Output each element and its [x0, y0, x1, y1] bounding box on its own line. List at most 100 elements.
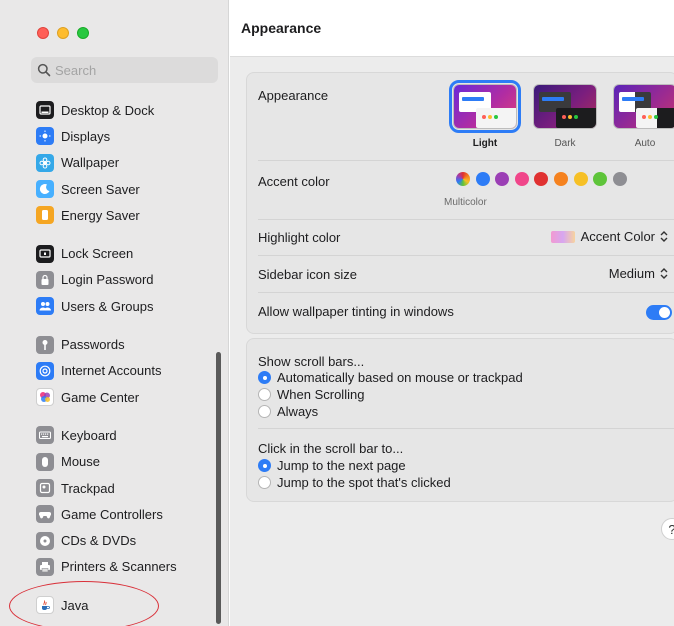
accent-swatch-graphite[interactable]: [612, 172, 627, 186]
accent-color-swatches: [456, 172, 627, 186]
radio-label: When Scrolling: [277, 387, 365, 402]
sidebar-item-label: Lock Screen: [61, 246, 134, 262]
mouse-icon: [36, 452, 54, 471]
dark-thumbnail[interactable]: [533, 84, 597, 129]
accent-swatch-yellow[interactable]: [573, 172, 588, 186]
click-radio-spot-clicked[interactable]: Jump to the spot that's clicked: [258, 475, 451, 490]
radio-button[interactable]: [258, 476, 271, 489]
sidebar-item-label: Trackpad: [61, 480, 115, 496]
sidebar-item-printers-scanners[interactable]: Printers & Scanners: [36, 554, 216, 580]
zoom-button[interactable]: [77, 27, 89, 39]
stepper-icon: [660, 268, 668, 279]
divider: [258, 255, 674, 256]
annotation-circle: [9, 581, 159, 626]
appearance-option-label: Light: [472, 138, 498, 149]
sidebar-item-internet-accounts[interactable]: Internet Accounts: [36, 358, 216, 384]
sidebar-item-cds-dvds[interactable]: CDs & DVDs: [36, 527, 216, 553]
sidebar-item-game-controllers[interactable]: Game Controllers: [36, 501, 216, 527]
accent-swatch-pink[interactable]: [514, 172, 529, 186]
radio-button[interactable]: [258, 405, 271, 418]
sidebar-item-label: Screen Saver: [61, 181, 140, 197]
sidebar-scrollbar[interactable]: [216, 352, 221, 624]
accent-swatch-orange[interactable]: [553, 172, 568, 186]
divider: [258, 292, 674, 293]
sidebar-icon-size-value: Medium: [608, 266, 655, 281]
lock-screen-icon: [36, 244, 54, 263]
sidebar-item-label: CDs & DVDs: [61, 533, 137, 549]
sidebar: Desktop & Dock Displays Wallpaper Screen Sa…: [0, 0, 229, 626]
sidebar-item-game-center[interactable]: Game Center: [36, 384, 216, 410]
accent-swatch-purple[interactable]: [495, 172, 510, 186]
radio-button[interactable]: [258, 459, 271, 472]
accent-swatch-multicolor[interactable]: [456, 172, 470, 186]
sidebar-group: Lock Screen Login Password Users & Groups: [36, 240, 216, 319]
accent-swatch-blue[interactable]: [475, 172, 490, 186]
scroll-radio-when-scrolling[interactable]: When Scrolling: [258, 387, 364, 402]
wallpaper-tinting-toggle[interactable]: [646, 305, 672, 320]
radio-button[interactable]: [258, 371, 271, 384]
sidebar-item-displays[interactable]: Displays: [36, 123, 216, 149]
help-button[interactable]: ?: [661, 518, 674, 540]
scroll-radio-automatic[interactable]: Automatically based on mouse or trackpad: [258, 370, 523, 385]
sidebar-item-lock-screen[interactable]: Lock Screen: [36, 240, 216, 266]
click-radio-next-page[interactable]: Jump to the next page: [258, 458, 406, 473]
accent-color-label: Accent color: [258, 174, 330, 189]
radio-label: Automatically based on mouse or trackpad: [277, 370, 523, 385]
appearance-option-label: Auto: [634, 138, 656, 149]
sidebar-item-label: Internet Accounts: [61, 363, 162, 379]
accent-caption: Multicolor: [444, 197, 487, 208]
sidebar-item-trackpad[interactable]: Trackpad: [36, 475, 216, 501]
highlight-color-select[interactable]: Accent Color: [550, 229, 669, 244]
sidebar-item-mouse[interactable]: Mouse: [36, 449, 216, 475]
sidebar-item-label: Login Password: [61, 272, 154, 288]
sidebar-nav: Desktop & Dock Displays Wallpaper Screen Sa…: [36, 97, 216, 626]
appearance-options: Light Dark Auto: [445, 80, 674, 149]
appearance-option-label: Dark: [554, 138, 576, 149]
minimize-button[interactable]: [57, 27, 69, 39]
click-scroll-bar-label: Click in the scroll bar to...: [258, 441, 404, 456]
sidebar-item-keyboard[interactable]: Keyboard: [36, 422, 216, 448]
sidebar-item-users-groups[interactable]: Users & Groups: [36, 293, 216, 319]
sidebar-item-screen-saver[interactable]: Screen Saver: [36, 176, 216, 202]
flower-icon: [36, 153, 54, 172]
dock-icon: [36, 101, 54, 120]
printer-icon: [36, 557, 54, 576]
search-input[interactable]: [55, 62, 205, 78]
scroll-radio-always[interactable]: Always: [258, 404, 318, 419]
key-icon: [36, 335, 54, 354]
game-center-icon: [36, 388, 54, 407]
sidebar-item-energy-saver[interactable]: Energy Saver: [36, 202, 216, 228]
sidebar-item-login-password[interactable]: Login Password: [36, 267, 216, 293]
close-button[interactable]: [37, 27, 49, 39]
sidebar-item-desktop-dock[interactable]: Desktop & Dock: [36, 97, 216, 123]
lock-icon: [36, 270, 54, 289]
appearance-option-dark[interactable]: Dark: [525, 84, 605, 149]
sidebar-icon-size-select[interactable]: Medium: [609, 266, 669, 281]
accent-swatch-green[interactable]: [593, 172, 608, 186]
sidebar-item-label: Game Controllers: [61, 506, 163, 522]
accent-swatch-red[interactable]: [534, 172, 549, 186]
appearance-panel: Appearance Light Dark Auto Accent color …: [246, 72, 674, 334]
sidebar-item-wallpaper[interactable]: Wallpaper: [36, 150, 216, 176]
sidebar-item-label: Users & Groups: [61, 298, 154, 314]
sidebar-item-label: Keyboard: [61, 427, 117, 443]
trackpad-icon: [36, 479, 54, 497]
sidebar-item-label: Displays: [61, 128, 111, 144]
radio-button[interactable]: [258, 388, 271, 401]
sidebar-item-passwords[interactable]: Passwords: [36, 331, 216, 357]
highlight-color-label: Highlight color: [258, 230, 341, 245]
sidebar-group: Keyboard Mouse Trackpad Game Controllers CDs…: [36, 422, 216, 580]
scroll-bars-panel: Show scroll bars... Automatically based …: [246, 338, 674, 502]
auto-thumbnail[interactable]: [613, 84, 674, 129]
search-field[interactable]: [31, 57, 218, 83]
appearance-option-light[interactable]: Light: [445, 80, 525, 149]
radio-label: Jump to the next page: [277, 458, 406, 473]
appearance-option-auto[interactable]: Auto: [605, 84, 674, 149]
main-pane: Appearance Appearance Light Dark Auto Ac…: [230, 0, 674, 626]
light-thumbnail[interactable]: [449, 80, 521, 133]
sidebar-item-label: Printers & Scanners: [61, 559, 177, 575]
disc-icon: [36, 531, 54, 550]
search-icon: [37, 63, 51, 77]
divider: [258, 219, 674, 220]
appearance-label: Appearance: [258, 88, 329, 103]
